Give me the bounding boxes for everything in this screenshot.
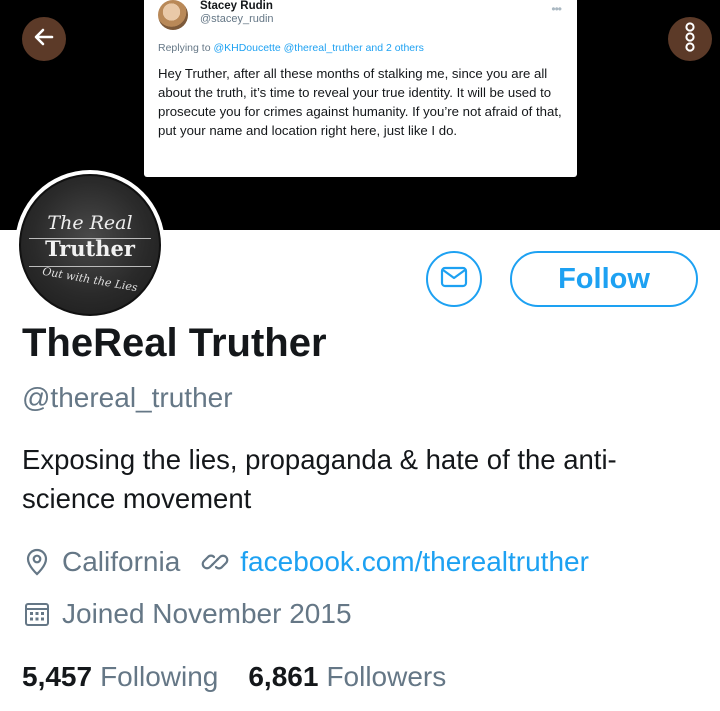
profile-joined-date: Joined November 2015 [62,598,352,629]
more-options-icon [683,21,697,57]
profile-avatar[interactable]: The Real Truther Out with the Lies [15,170,165,320]
back-button[interactable] [22,17,66,61]
followers-link[interactable]: 6,861 Followers [248,661,446,693]
location-pin-icon [22,547,52,577]
tweet-author-name: Stacey Rudin [200,0,273,12]
avatar-text-truther: Truther [45,236,135,261]
reply-prefix: Replying to [158,42,214,54]
followers-label: Followers [326,661,447,692]
tweet-more-icon: ••• [551,2,562,16]
profile-meta-row: California facebook.com/therealtruther [22,544,589,580]
reply-suffix: and 2 others [362,42,424,54]
banner-tweet-screenshot: Stacey Rudin @stacey_rudin ••• Replying … [144,0,577,177]
profile-joined-row: Joined November 2015 [22,596,352,632]
calendar-icon [22,599,52,629]
more-options-button[interactable] [668,17,712,61]
message-icon [440,265,468,294]
reply-mentions: @KHDoucette @thereal_truther [213,42,363,54]
avatar-logo: The Real Truther Out with the Lies [19,174,161,316]
display-name: TheReal Truther [22,321,327,365]
tweet-reply-context: Replying to @KHDoucette @thereal_truther… [158,42,424,54]
following-link[interactable]: 5,457 Following [22,661,218,693]
profile-location: California [62,546,181,577]
following-count: 5,457 [22,661,93,692]
tweet-author-avatar [158,0,188,30]
avatar-text-the-real: The Real [47,212,133,234]
following-label: Following [100,661,219,692]
follow-counts: 5,457 Following 6,861 Followers [22,658,446,696]
back-arrow-icon [32,25,56,54]
tweet-body: Hey Truther, after all these months of s… [158,66,562,138]
followers-count: 6,861 [248,661,319,692]
link-icon [200,547,230,577]
profile-website-link[interactable]: facebook.com/therealtruther [240,546,589,578]
follow-button[interactable]: Follow [510,251,698,307]
user-handle: @thereal_truther [22,382,233,413]
message-button[interactable] [426,251,482,307]
tweet-author-handle: @stacey_rudin [200,13,274,25]
profile-bio: Exposing the lies, propaganda & hate of … [22,444,617,514]
